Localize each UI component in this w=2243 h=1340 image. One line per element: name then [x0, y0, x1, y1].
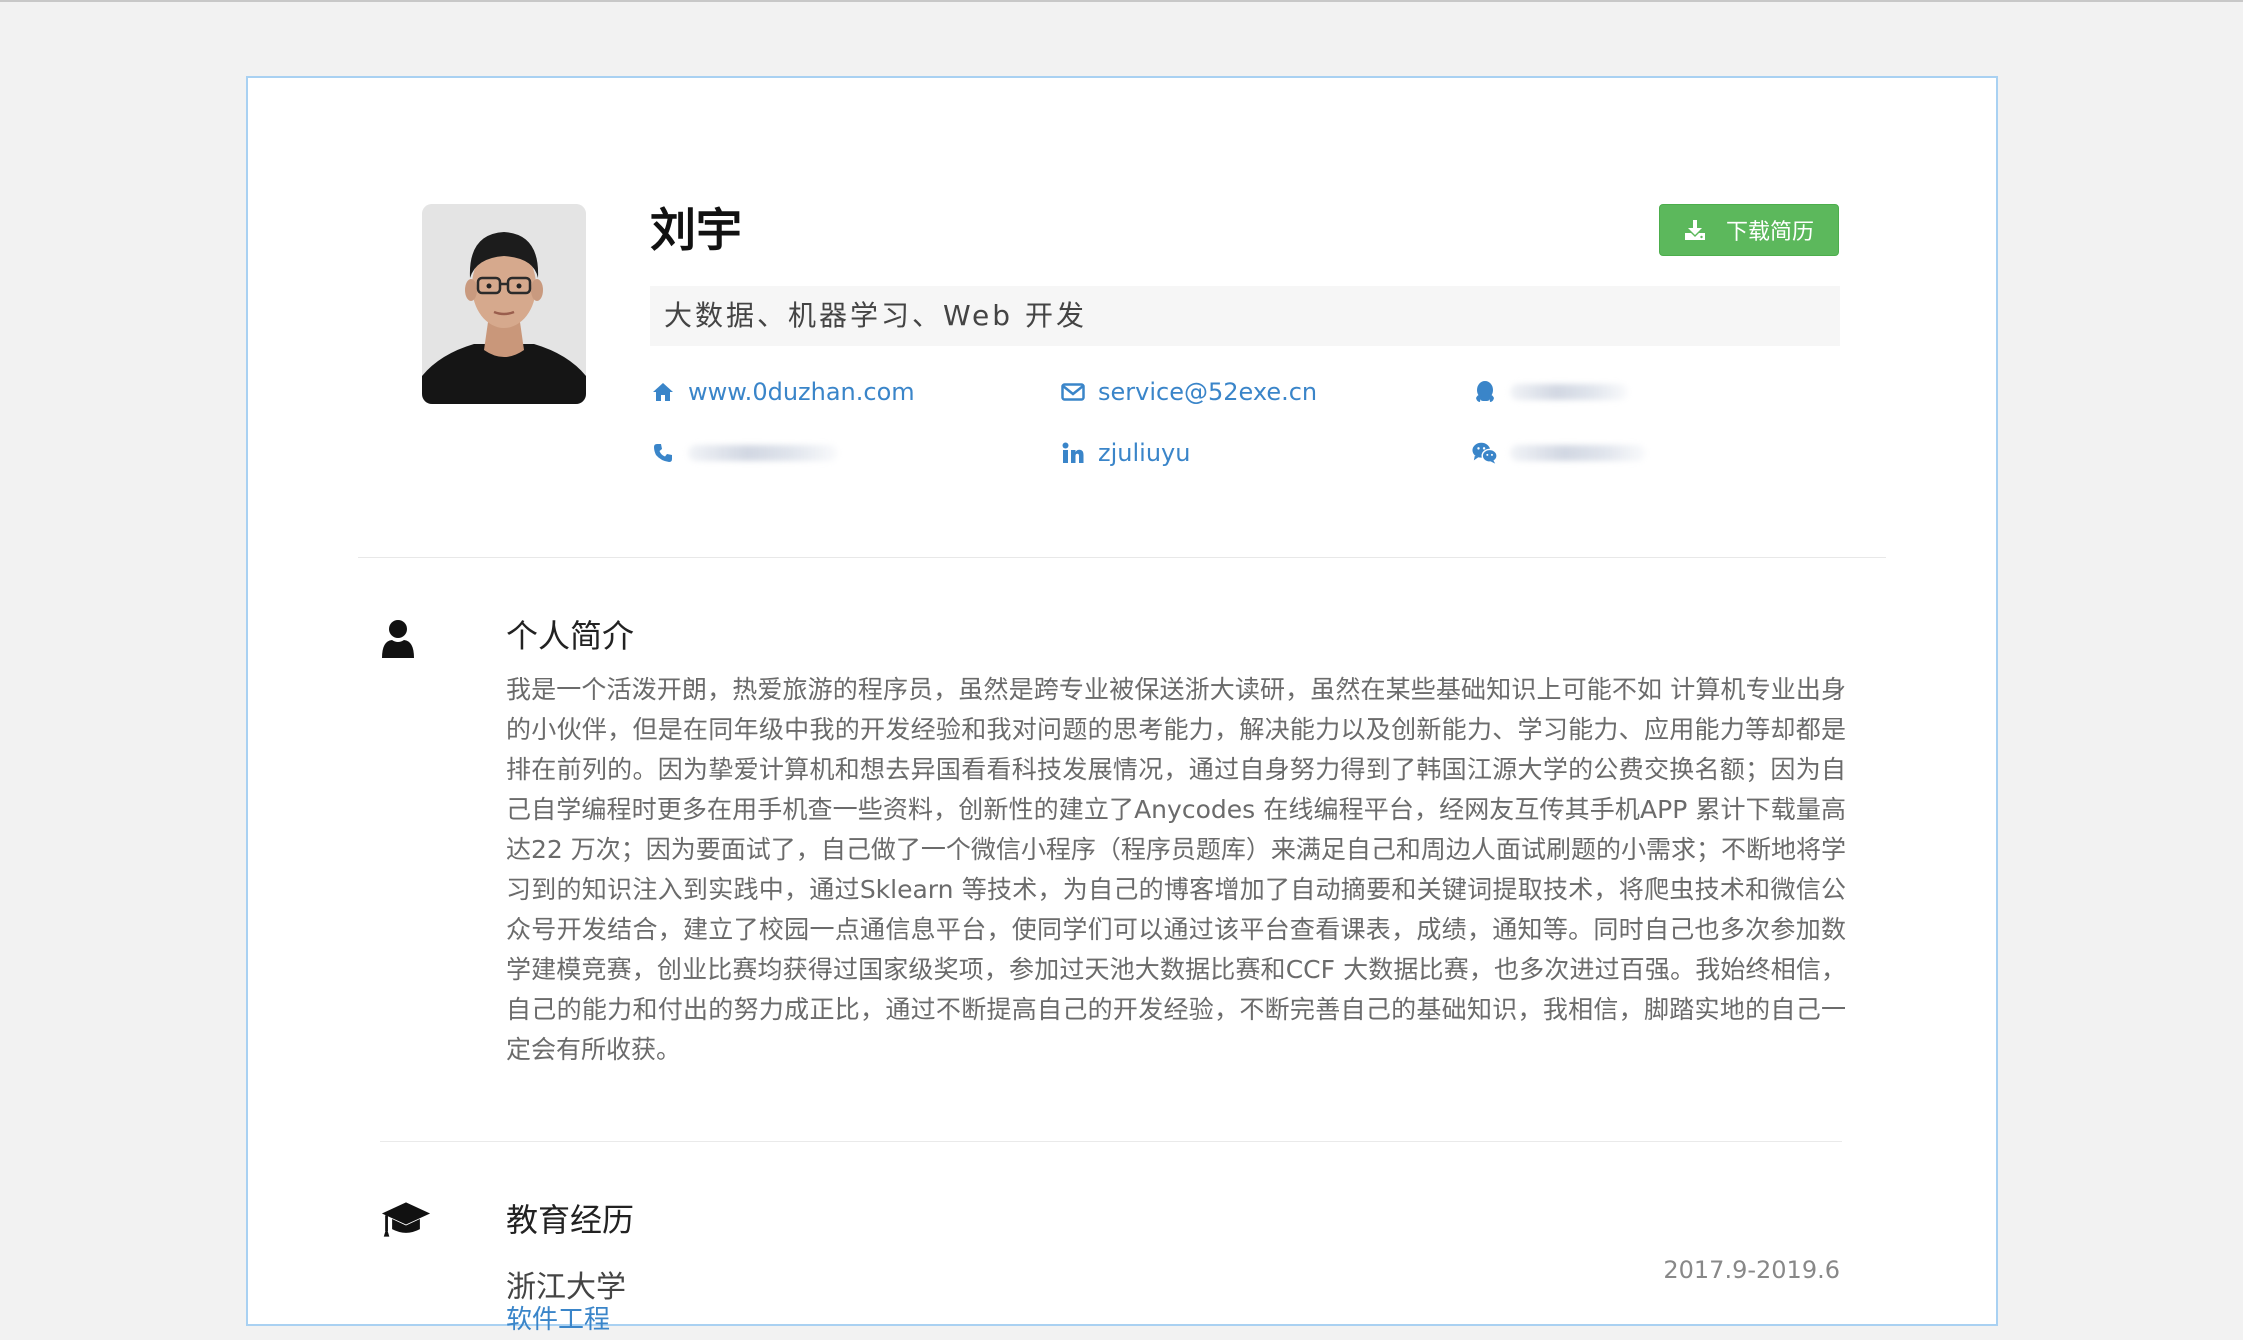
profile-name: 刘宇: [650, 203, 742, 257]
download-resume-button[interactable]: 下载简历: [1659, 204, 1839, 256]
contact-email[interactable]: service@52exe.cn: [1060, 372, 1317, 412]
graduation-cap-icon: [381, 1194, 431, 1244]
header-divider: [358, 557, 1886, 558]
wechat-icon: [1472, 440, 1498, 466]
about-section-title: 个人简介: [506, 617, 635, 655]
website-link[interactable]: www.0duzhan.com: [688, 378, 915, 406]
education-date: 2017.9-2019.6: [1663, 1256, 1840, 1284]
phone-icon: [650, 440, 676, 466]
contact-linkedin[interactable]: zjuliuyu: [1060, 433, 1190, 473]
contact-website[interactable]: www.0duzhan.com: [650, 372, 915, 412]
contact-qq[interactable]: [1472, 372, 1628, 412]
window-top-border: [0, 0, 2243, 2]
linkedin-icon: [1060, 440, 1086, 466]
email-link[interactable]: service@52exe.cn: [1098, 378, 1317, 406]
profile-photo: [422, 204, 586, 404]
qq-icon: [1472, 379, 1498, 405]
section-divider: [380, 1141, 1842, 1142]
download-resume-label: 下载简历: [1725, 220, 1814, 245]
contact-wechat[interactable]: [1472, 433, 1646, 473]
home-icon: [650, 379, 676, 405]
envelope-icon: [1060, 379, 1086, 405]
phone-number-redacted: [688, 445, 838, 461]
education-major[interactable]: 软件工程: [506, 1300, 610, 1340]
linkedin-link[interactable]: zjuliuyu: [1098, 439, 1190, 467]
contact-phone[interactable]: [650, 433, 838, 473]
user-icon: [373, 614, 423, 664]
profile-tagline: 大数据、机器学习、Web 开发: [650, 286, 1840, 346]
education-section-title: 教育经历: [506, 1201, 635, 1239]
profile-photo-image: [422, 204, 586, 404]
wechat-id-redacted: [1510, 445, 1646, 461]
about-body: 我是一个活泼开朗，热爱旅游的程序员，虽然是跨专业被保送浙大读研，虽然在某些基础知…: [506, 675, 1846, 1064]
download-icon: [1684, 219, 1706, 241]
qq-number-redacted: [1510, 384, 1628, 400]
